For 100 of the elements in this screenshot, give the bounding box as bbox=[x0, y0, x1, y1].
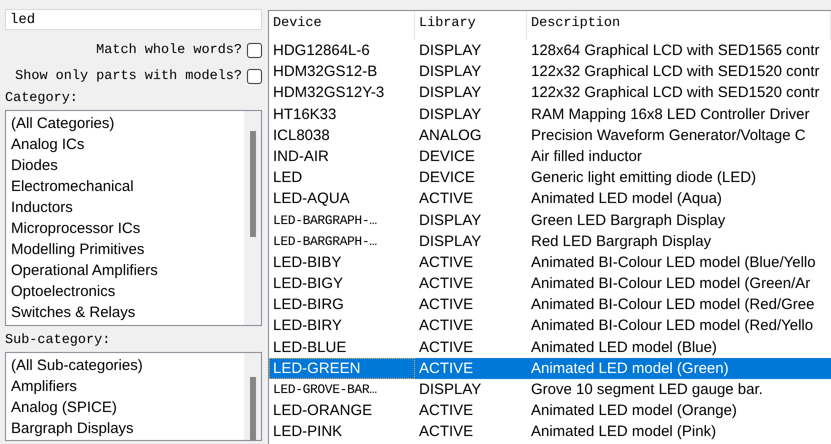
description-cell-text: Air filled inductor bbox=[530, 146, 643, 167]
description-cell-text: Precision Waveform Generator/Voltage C bbox=[530, 126, 807, 146]
table-row[interactable]: LED-BIRY ACTIVE Animated BI-Colour LED model (Red/Yello bbox=[269, 315, 831, 337]
library-cell-text: DISPLAY bbox=[418, 210, 482, 230]
description-cell-text: Animated BI-Colour LED model (Red/Yello bbox=[530, 316, 814, 336]
description-cell-text: 128x64 Graphical LCD with SED1565 contr bbox=[530, 41, 820, 61]
table-row[interactable]: LED-GREEN ACTIVE Animated LED model (Green) bbox=[269, 358, 831, 379]
column-header[interactable]: Description bbox=[527, 11, 831, 40]
library-cell-text: DEVICE bbox=[418, 168, 476, 188]
device-cell-text: LED-PINK bbox=[272, 422, 344, 442]
library-cell-text: ACTIVE bbox=[418, 338, 474, 358]
list-item[interactable]: Microprocessor ICs bbox=[10, 218, 244, 239]
table-row[interactable]: LED-BARGRAPH-… DISPLAY Green LED Bargraph Display bbox=[269, 210, 831, 231]
table-row[interactable]: LED-AQUA ACTIVE Animated LED model (Aqua) bbox=[269, 188, 831, 210]
library-cell-text: ACTIVE bbox=[418, 274, 474, 294]
table-row[interactable]: LED-BIRG ACTIVE Animated BI-Colour LED model (Red/Gree bbox=[269, 294, 831, 316]
library-cell-text: ACTIVE bbox=[418, 295, 474, 316]
device-cell-text: LED-ORANGE bbox=[272, 401, 374, 422]
list-item[interactable]: Optoelectronics bbox=[10, 281, 244, 302]
library-cell-text: ACTIVE bbox=[418, 316, 474, 336]
table-row[interactable]: LED-PINK ACTIVE Animated LED model (Pink) bbox=[269, 421, 831, 443]
list-item[interactable]: Switches & Relays bbox=[10, 302, 244, 323]
table-row[interactable]: LED-GROVE-BAR… DISPLAY Grove 10 segment LED gauge bar. bbox=[269, 379, 831, 400]
device-cell-text: LED-BARGRAPH-… bbox=[272, 232, 378, 251]
scrollbar[interactable] bbox=[244, 111, 261, 325]
description-cell-text: Animated BI-Colour LED model (Red/Gree bbox=[530, 295, 816, 316]
device-cell-text: ICL8038 bbox=[272, 126, 331, 146]
checkbox[interactable] bbox=[247, 68, 262, 84]
checkbox[interactable] bbox=[247, 42, 262, 58]
description-cell-text: Generic light emitting diode (LED) bbox=[530, 168, 758, 188]
list-item[interactable]: Inductors bbox=[10, 197, 244, 218]
list-item[interactable]: Analog ICs bbox=[10, 134, 244, 155]
sub-category-label: Sub-category: bbox=[5, 333, 112, 349]
table-row[interactable]: LED-BARGRAPH-… DISPLAY Red LED Bargraph Display bbox=[269, 230, 831, 252]
description-cell-text: Red LED Bargraph Display bbox=[530, 232, 712, 252]
keywords-field[interactable]: led bbox=[5, 9, 262, 30]
device-cell-text: LED bbox=[272, 168, 304, 188]
list-item[interactable]: Electromechanical bbox=[10, 176, 244, 197]
description-cell-text: Animated BI-Colour LED model (Green/Ar bbox=[530, 274, 812, 294]
device-cell-text: HDM32GS12Y-3 bbox=[272, 83, 386, 104]
device-cell-text: LED-BIGY bbox=[272, 274, 344, 294]
device-cell-text: LED-GROVE-BAR… bbox=[272, 381, 378, 399]
device-cell-text: LED-BARGRAPH-… bbox=[272, 212, 378, 230]
table-row[interactable]: HDM32GS12-B DISPLAY 122x32 Graphical LCD with SED1520 contr bbox=[269, 61, 831, 82]
library-cell-text: DISPLAY bbox=[418, 232, 482, 252]
library-cell-text: ACTIVE bbox=[418, 189, 474, 210]
table-row[interactable]: IND-AIR DEVICE Air filled inductor bbox=[269, 146, 831, 168]
library-cell-text: ACTIVE bbox=[418, 422, 474, 442]
library-cell-text: ACTIVE bbox=[418, 358, 474, 379]
description-cell-text: Grove 10 segment LED gauge bar. bbox=[530, 380, 764, 400]
list-item[interactable]: Amplifiers bbox=[10, 376, 244, 397]
device-cell-text: LED-BIRY bbox=[272, 316, 343, 336]
description-cell-text: Animated LED model (Aqua) bbox=[530, 189, 723, 210]
scrollbar[interactable] bbox=[244, 353, 261, 440]
library-cell-text: ACTIVE bbox=[418, 252, 474, 273]
library-cell-text: DISPLAY bbox=[418, 83, 482, 104]
table-row[interactable]: HDG12864L-6 DISPLAY 128x64 Graphical LCD with SED1565 contr bbox=[269, 40, 831, 62]
device-cell-text: IND-AIR bbox=[272, 146, 330, 167]
list-item[interactable]: (All Categories) bbox=[10, 113, 244, 134]
description-cell-text: 122x32 Graphical LCD with SED1520 contr bbox=[530, 62, 820, 82]
table-row[interactable]: HDM32GS12Y-3 DISPLAY 122x32 Graphical LCD with SED1520 contr bbox=[269, 82, 831, 104]
list-item[interactable]: Modelling Primitives bbox=[10, 239, 244, 260]
table-row[interactable]: ICL8038 ANALOG Precision Waveform Generator/Voltage C bbox=[269, 124, 831, 146]
table-row[interactable]: LED DEVICE Generic light emitting diode (LED) bbox=[269, 167, 831, 188]
list-item[interactable]: Diodes bbox=[10, 155, 244, 176]
description-cell-text: 122x32 Graphical LCD with SED1520 contr bbox=[530, 83, 820, 104]
table-row[interactable]: LED-BIGY ACTIVE Animated BI-Colour LED model (Green/Ar bbox=[269, 273, 831, 294]
description-cell-text: Animated LED model (Green) bbox=[530, 358, 730, 379]
list-item[interactable]: Analog (SPICE) bbox=[10, 397, 244, 418]
device-cell-text: HDM32GS12-B bbox=[272, 62, 378, 82]
description-cell-text: RAM Mapping 16x8 LED Controller Driver bbox=[530, 104, 810, 125]
library-cell-text: DISPLAY bbox=[418, 380, 482, 400]
description-cell-text: Animated BI-Colour LED model (Blue/Yello bbox=[530, 252, 817, 273]
list-item[interactable]: Operational Amplifiers bbox=[10, 260, 244, 281]
library-cell-text: DEVICE bbox=[418, 146, 476, 167]
description-cell-text: Animated LED model (Blue) bbox=[530, 338, 718, 358]
table-row[interactable]: LED-ORANGE ACTIVE Animated LED model (Orange) bbox=[269, 400, 831, 422]
list-item[interactable]: Bargraph Displays bbox=[10, 418, 244, 439]
list-item[interactable]: (All Sub-categories) bbox=[10, 355, 244, 376]
library-cell-text: DISPLAY bbox=[418, 41, 482, 61]
description-cell-text: Animated LED model (Orange) bbox=[530, 401, 738, 422]
library-cell-text: ANALOG bbox=[418, 126, 483, 146]
library-cell-text: DISPLAY bbox=[418, 104, 482, 125]
device-cell-text: LED-BIBY bbox=[272, 252, 342, 273]
device-cell-text: LED-AQUA bbox=[272, 189, 351, 210]
device-cell: LED-GREEN bbox=[269, 358, 415, 379]
option-label: Match whole words? bbox=[96, 42, 242, 58]
device-cell-text: HDG12864L-6 bbox=[272, 41, 371, 61]
description-cell-text: Animated LED model (Pink) bbox=[530, 422, 718, 442]
library-cell-text: ACTIVE bbox=[418, 401, 474, 422]
table-row[interactable]: LED-BIBY ACTIVE Animated BI-Colour LED model (Blue/Yello bbox=[269, 252, 831, 274]
column-header[interactable]: Device bbox=[269, 11, 415, 40]
device-cell-text: HT16K33 bbox=[272, 104, 338, 125]
column-header[interactable]: Library bbox=[415, 11, 527, 40]
table-row[interactable]: LED-BLUE ACTIVE Animated LED model (Blue) bbox=[269, 336, 831, 358]
table-row[interactable]: HT16K33 DISPLAY RAM Mapping 16x8 LED Controller Driver bbox=[269, 104, 831, 125]
device-cell-text: LED-BIRG bbox=[272, 295, 345, 316]
option-label: Show only parts with models? bbox=[15, 68, 242, 84]
description-cell-text: Green LED Bargraph Display bbox=[530, 210, 726, 230]
device-cell-text: LED-BLUE bbox=[272, 338, 348, 358]
